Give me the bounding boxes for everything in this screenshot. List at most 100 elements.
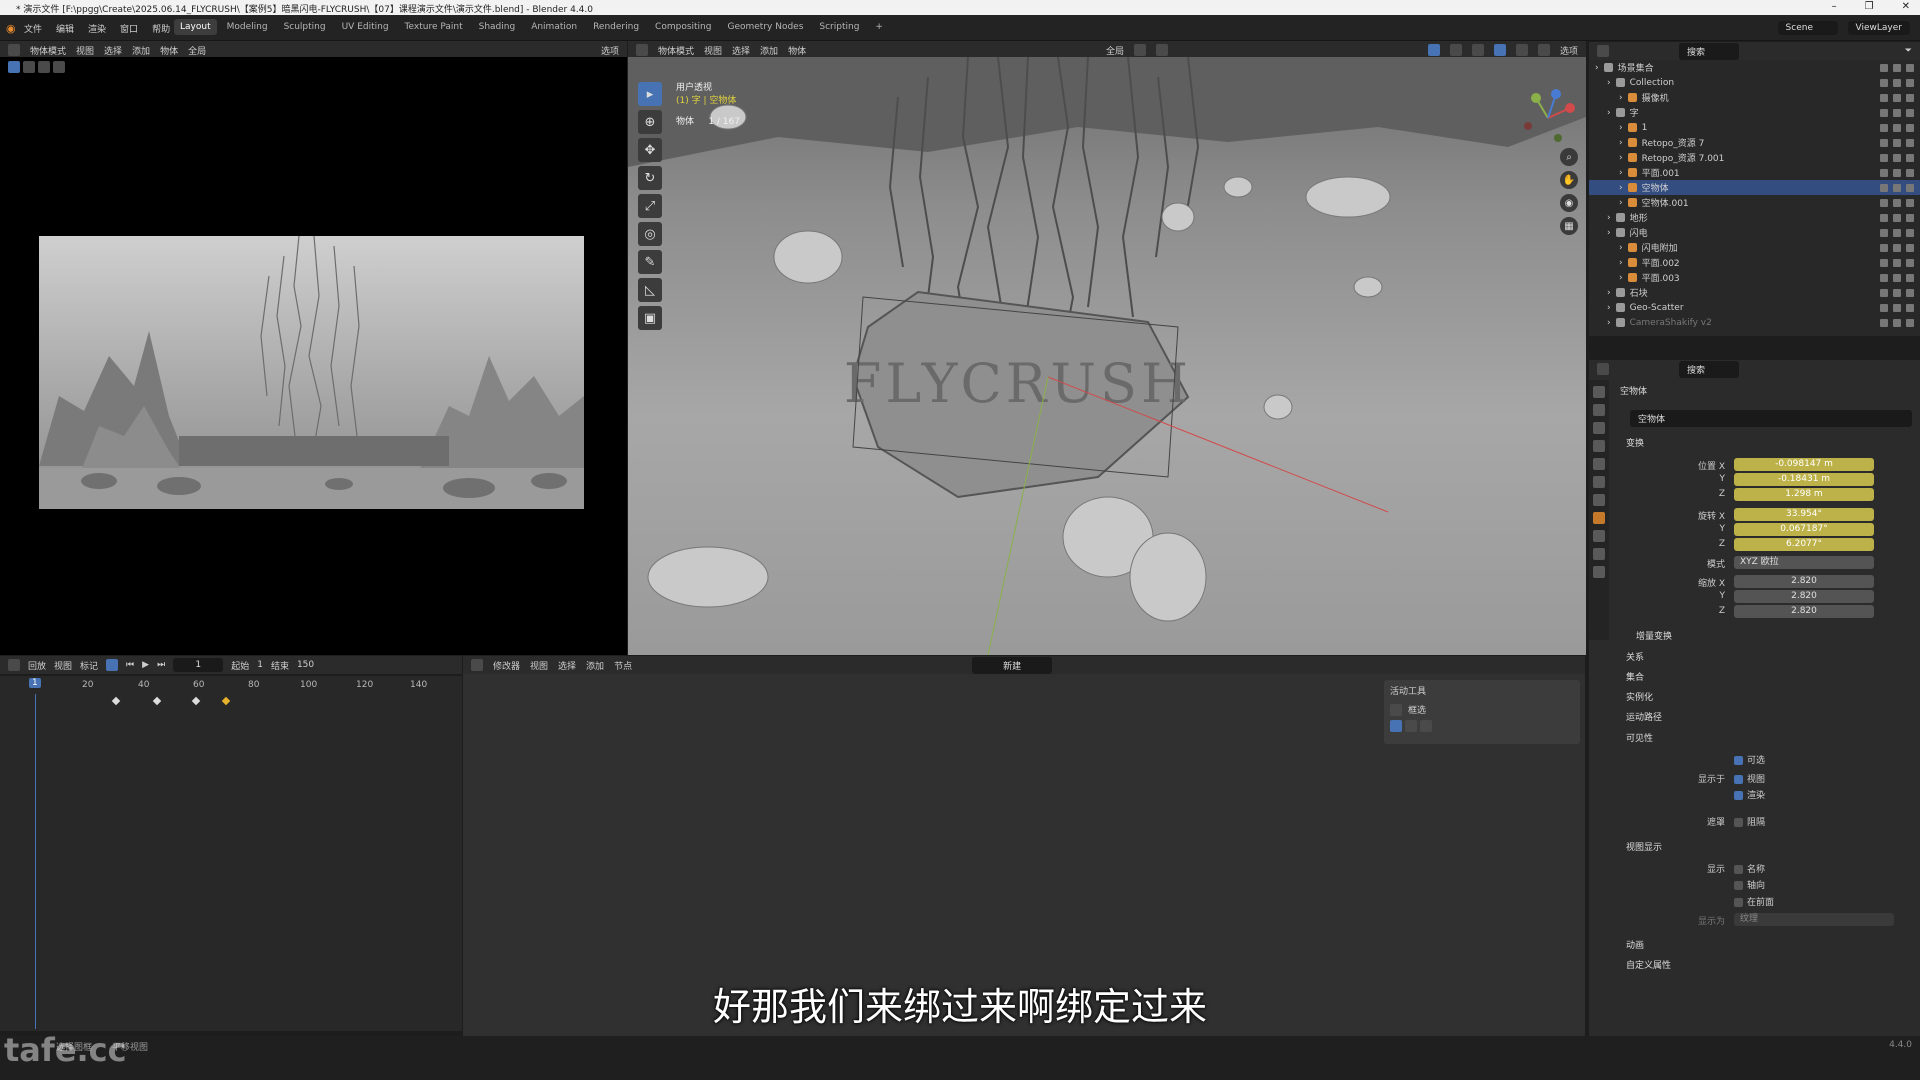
material-shading-icon[interactable] [1515, 44, 1528, 56]
select-subtract-icon[interactable] [38, 61, 50, 73]
camera-icon[interactable] [1906, 183, 1914, 192]
camera-icon[interactable] [1906, 243, 1914, 252]
outliner-row[interactable]: › Retopo_资源 7.001 [1589, 150, 1920, 165]
show-name-checkbox[interactable]: 名称 [1734, 862, 1765, 875]
visibility-section[interactable]: 可见性 [1626, 731, 1653, 744]
menu-file[interactable]: 文件 [24, 22, 42, 35]
outliner-row[interactable]: › 石块 [1589, 285, 1920, 300]
grid-view-icon[interactable]: ▦ [1560, 217, 1578, 235]
camera-menu-select[interactable]: 选择 [104, 44, 122, 57]
camera-icon[interactable] [1906, 123, 1914, 132]
keyframe[interactable] [191, 696, 201, 706]
current-frame-badge[interactable]: 1 [29, 678, 41, 688]
checkbox-icon[interactable] [1880, 108, 1888, 117]
eye-icon[interactable] [1893, 228, 1901, 237]
axis-gizmo-icon[interactable] [1516, 86, 1580, 150]
eye-icon[interactable] [1893, 243, 1901, 252]
checkbox-icon[interactable] [1880, 228, 1888, 237]
timeline-menu-playback[interactable]: 回放 [28, 659, 46, 672]
camera-menu-add[interactable]: 添加 [132, 44, 150, 57]
constraint-tab-icon[interactable] [1593, 548, 1605, 560]
checkbox-icon[interactable] [1880, 123, 1888, 132]
checkbox-icon[interactable] [1880, 78, 1888, 87]
overlay-icon[interactable] [1449, 44, 1462, 56]
eye-icon[interactable] [1893, 183, 1901, 192]
select-box-tool[interactable]: ▸ [638, 82, 662, 106]
viewport-transform-dropdown[interactable]: 全局 [1106, 44, 1124, 57]
editor-type-icon[interactable] [1597, 363, 1609, 375]
editor-menu-add[interactable]: 添加 [586, 659, 604, 672]
eye-icon[interactable] [1893, 63, 1901, 72]
select-invert-icon[interactable] [53, 61, 65, 73]
physics-tab-icon[interactable] [1593, 530, 1605, 542]
expand-toggle-icon[interactable]: › [1607, 303, 1611, 313]
blender-logo-icon[interactable]: ◉ [6, 22, 16, 35]
select-box-icon[interactable] [1390, 703, 1402, 716]
3d-viewport[interactable]: FLYCRUSH [628, 57, 1586, 655]
outliner-row[interactable]: › 平面.001 [1589, 165, 1920, 180]
camera-icon[interactable] [1906, 63, 1914, 72]
camera-transform-dropdown[interactable]: 全局 [188, 44, 206, 57]
timeline-menu-view[interactable]: 视图 [54, 659, 72, 672]
add-cube-tool[interactable]: ▣ [638, 306, 662, 330]
camera-icon[interactable] [1906, 228, 1914, 237]
tab-sculpting[interactable]: Sculpting [278, 19, 332, 35]
rendered-shading-icon[interactable] [1537, 44, 1550, 56]
cursor-tool[interactable]: ⊕ [638, 110, 662, 134]
rotation-z-field[interactable]: 6.2077° [1734, 538, 1874, 551]
checkbox-icon[interactable] [1880, 198, 1888, 207]
viewport-menu-select[interactable]: 选择 [732, 44, 750, 57]
proportional-edit-icon[interactable] [1155, 44, 1168, 56]
checkbox-icon[interactable] [1880, 318, 1888, 327]
outliner-search[interactable]: 搜索 [1679, 42, 1739, 60]
scale-x-field[interactable]: 2.820 [1734, 575, 1874, 588]
move-tool[interactable]: ✥ [638, 138, 662, 162]
jump-end-icon[interactable]: ⏭ [157, 660, 165, 670]
eye-icon[interactable] [1893, 78, 1901, 87]
eye-icon[interactable] [1893, 123, 1901, 132]
collections-section[interactable]: 集合 [1626, 670, 1644, 683]
display-as-dropdown[interactable]: 纹理 [1734, 913, 1894, 926]
solid-shading-icon[interactable] [1493, 44, 1506, 56]
outliner-row[interactable]: › Collection [1589, 75, 1920, 90]
selectable-checkbox[interactable]: 可选 [1734, 753, 1765, 766]
scene-tab-icon[interactable] [1593, 458, 1605, 470]
tab-scripting[interactable]: Scripting [813, 19, 865, 35]
camera-icon[interactable] [1906, 213, 1914, 222]
camera-icon[interactable] [1906, 93, 1914, 102]
location-z-field[interactable]: 1.298 m [1734, 488, 1874, 501]
play-icon[interactable]: ▶ [142, 660, 149, 670]
auto-key-icon[interactable] [106, 659, 119, 671]
mode-extend-icon[interactable] [1405, 720, 1417, 732]
minimize-button[interactable]: – [1832, 1, 1837, 12]
transform-section[interactable]: 变换 [1626, 436, 1644, 449]
location-y-field[interactable]: -0.18431 m [1734, 473, 1874, 486]
world-tab-icon[interactable] [1593, 476, 1605, 488]
outliner-row[interactable]: › 地形 [1589, 210, 1920, 225]
camera-icon[interactable] [1906, 318, 1914, 327]
jump-start-icon[interactable]: ⏮ [126, 660, 134, 670]
checkbox-icon[interactable] [1880, 138, 1888, 147]
rotation-mode-dropdown[interactable]: XYZ 欧拉 [1734, 556, 1874, 569]
checkbox-icon[interactable] [1880, 243, 1888, 252]
tab-modeling[interactable]: Modeling [221, 19, 274, 35]
menu-edit[interactable]: 编辑 [56, 22, 74, 35]
eye-icon[interactable] [1893, 318, 1901, 327]
outliner-row[interactable]: › 闪电附加 [1589, 240, 1920, 255]
scale-z-field[interactable]: 2.820 [1734, 605, 1874, 618]
camera-icon[interactable] [1906, 273, 1914, 282]
checkbox-icon[interactable] [1880, 303, 1888, 312]
expand-toggle-icon[interactable]: › [1607, 108, 1611, 118]
viewport-mode-dropdown[interactable]: 物体模式 [658, 44, 694, 57]
editor-menu-select[interactable]: 选择 [558, 659, 576, 672]
motion-paths-section[interactable]: 运动路径 [1626, 710, 1662, 723]
delta-transform-section[interactable]: 增量变换 [1636, 629, 1672, 642]
editor-type-icon[interactable] [8, 659, 20, 671]
rotate-tool[interactable]: ↻ [638, 166, 662, 190]
render-tab-icon[interactable] [1593, 404, 1605, 416]
expand-toggle-icon[interactable]: › [1619, 273, 1623, 283]
camera-menu-view[interactable]: 视图 [76, 44, 94, 57]
rotation-x-field[interactable]: 33.954° [1734, 508, 1874, 521]
instancing-section[interactable]: 实例化 [1626, 690, 1653, 703]
expand-toggle-icon[interactable]: › [1619, 243, 1623, 253]
